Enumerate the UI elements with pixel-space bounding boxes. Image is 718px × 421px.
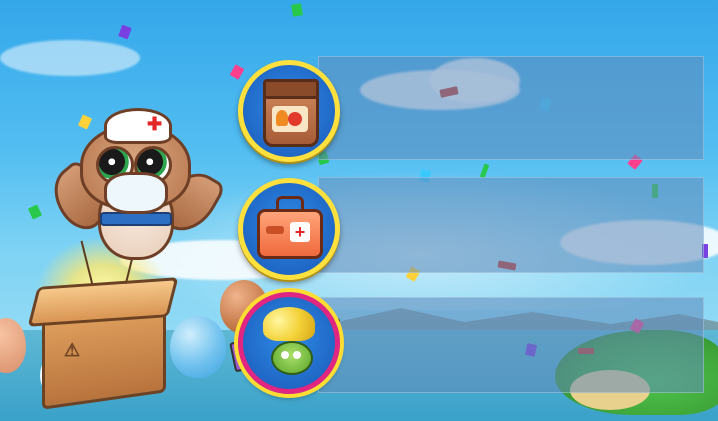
reward-row-bundle: [318, 297, 704, 393]
nurse-owl-mascot: ✚: [41, 108, 227, 260]
carrot-icon: [276, 110, 288, 126]
seed-bag-top: [263, 79, 319, 99]
nurse-cap: ✚: [104, 108, 172, 144]
confetti-piece: [27, 204, 43, 220]
cloud: [0, 40, 140, 76]
confetti-piece: [118, 24, 132, 40]
owl-belt: [100, 212, 172, 226]
green-monster-icon: [271, 341, 313, 375]
balloon: [170, 316, 226, 378]
monster-eye: [293, 351, 301, 359]
confetti-piece: [291, 3, 303, 17]
box-fragile-icon: ⚠: [64, 340, 81, 360]
seed-bag-badge: [238, 60, 340, 162]
seed-bag-icon: [263, 79, 319, 147]
tomato-icon: [288, 112, 302, 126]
gold-monster-badge: [238, 292, 340, 394]
red-cross-icon: ✚: [147, 114, 163, 134]
medkit-latch: [266, 226, 284, 234]
reward-row-seeds: [318, 56, 704, 160]
gold-coins-icon: [263, 307, 315, 341]
medical-cross-icon: +: [290, 222, 310, 242]
medical-kit-badge: +: [238, 178, 340, 280]
face-mask: [104, 172, 168, 214]
medical-kit-icon: +: [257, 196, 323, 259]
medkit-handle: [276, 196, 304, 211]
confetti-piece: [229, 64, 245, 80]
monster-eye: [281, 351, 289, 359]
reward-row-medkit: [318, 177, 704, 273]
